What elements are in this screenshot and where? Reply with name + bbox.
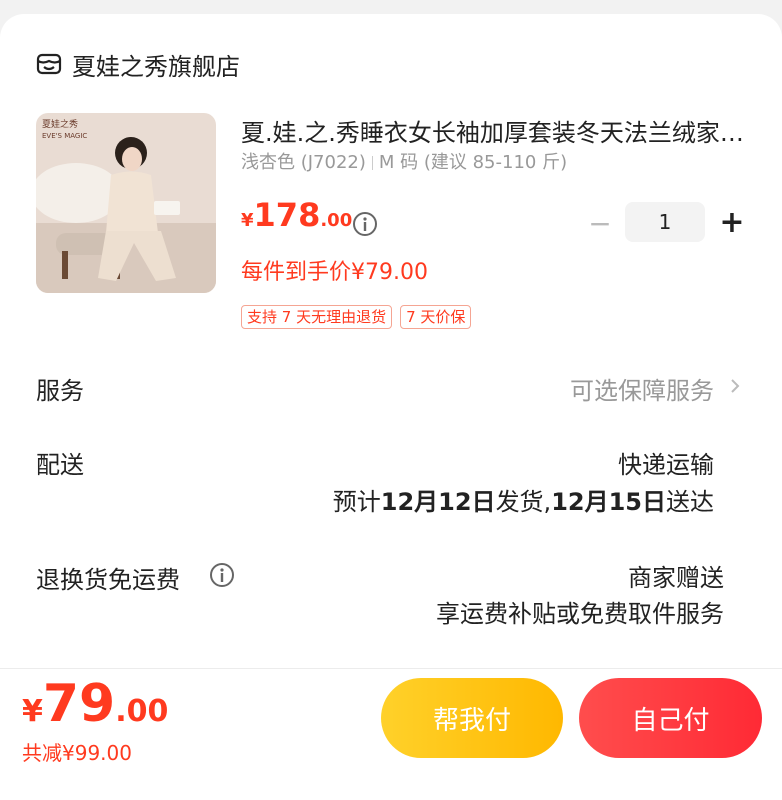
quantity-value[interactable]: 1	[625, 202, 705, 242]
store-name: 夏娃之秀旗舰店	[72, 52, 240, 81]
product-image[interactable]: 夏娃之秀 EVE'S MAGIC	[36, 113, 216, 293]
ship-date: 12月12日	[380, 488, 496, 516]
total-price: ¥ 79 .00	[22, 674, 168, 734]
product-price: ¥ 178 .00	[241, 196, 352, 236]
total-decimal: .00	[115, 694, 169, 729]
product-title[interactable]: 夏.娃.之.秀睡衣女长袖加厚套装冬天法兰绒家居服	[241, 113, 746, 148]
product-spec[interactable]: 浅杏色 (J7022) M 码 (建议 85-110 斤)	[241, 148, 567, 174]
return-shipping-value: 商家赠送	[628, 564, 724, 592]
help-pay-button[interactable]: 帮我付	[381, 678, 563, 758]
unit-price: 每件到手价¥79.00	[241, 260, 428, 285]
delivery-estimate: 预计12月12日发货,12月15日送达	[333, 482, 714, 517]
arrive-date: 12月15日	[551, 488, 666, 516]
return-shipping-label: 退换货免运费	[36, 566, 180, 594]
total-currency: ¥	[22, 694, 43, 729]
estimate-prefix: 预计	[332, 488, 381, 516]
spec-size: M 码 (建议 85-110 斤)	[378, 152, 568, 173]
delivery-method: 快递运输	[618, 451, 714, 479]
tag-price-protect: 7 天价保	[400, 305, 472, 329]
thumb-brand-cn: 夏娃之秀	[42, 118, 78, 130]
estimate-mid: 发货,	[495, 488, 552, 516]
price-decimal: .00	[320, 210, 353, 231]
store-icon	[36, 53, 62, 75]
delivery-label: 配送	[36, 451, 84, 479]
spec-divider	[371, 156, 373, 170]
service-option[interactable]: 可选保障服务	[570, 371, 714, 406]
return-info-icon[interactable]	[209, 562, 235, 588]
quantity-increase-button[interactable]: +	[717, 205, 747, 240]
thumb-brand-en: EVE'S MAGIC	[42, 132, 87, 140]
price-currency: ¥	[241, 210, 254, 231]
service-label: 服务	[36, 377, 84, 405]
return-shipping-detail: 享运费补贴或免费取件服务	[436, 600, 724, 628]
quantity-decrease-button[interactable]: −	[585, 207, 615, 240]
tag-return: 支持 7 天无理由退货	[241, 305, 393, 329]
total-integer: 79	[42, 674, 116, 734]
price-info-icon[interactable]	[352, 211, 378, 237]
footer-divider	[0, 668, 782, 669]
store-header[interactable]: 夏娃之秀旗舰店	[36, 44, 240, 84]
service-tags: 支持 7 天无理由退货 7 天价保	[241, 305, 472, 329]
chevron-right-icon[interactable]	[728, 374, 742, 398]
spec-color: 浅杏色 (J7022)	[241, 152, 366, 173]
price-integer: 178	[253, 196, 321, 234]
self-pay-button[interactable]: 自己付	[579, 678, 762, 758]
estimate-suffix: 送达	[666, 488, 714, 516]
total-discount: 共减¥99.00	[22, 741, 132, 765]
